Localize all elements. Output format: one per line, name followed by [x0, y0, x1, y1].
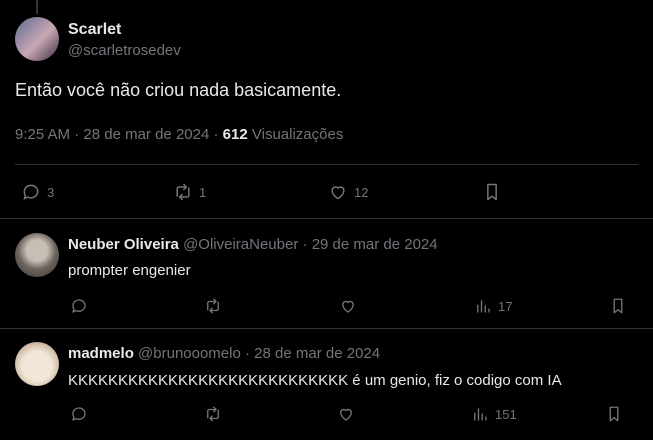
bookmark-icon: [609, 406, 619, 422]
views-icon: [477, 300, 490, 313]
reply-author-name[interactable]: madmelo: [68, 345, 134, 362]
views-icon: [474, 408, 487, 421]
avatar-madmelo[interactable]: [15, 342, 59, 386]
thread-line: [36, 0, 38, 14]
meta-separator: ·: [302, 236, 308, 253]
like-count: 12: [354, 184, 369, 200]
divider: [0, 328, 653, 329]
bookmark-icon: [613, 298, 623, 314]
reply-count: 3: [47, 184, 55, 200]
views-button[interactable]: 151: [471, 405, 517, 423]
views-count: 17: [498, 298, 513, 314]
retweet-count: 1: [199, 184, 207, 200]
reply-button[interactable]: [70, 297, 88, 315]
reply-date[interactable]: 29 de mar de 2024: [312, 236, 438, 253]
reply-icon: [72, 299, 86, 313]
avatar-scarlet[interactable]: [15, 17, 59, 61]
bookmark-icon: [487, 183, 497, 201]
like-icon: [342, 300, 354, 313]
main-author-handle[interactable]: @scarletrosedev: [68, 42, 181, 59]
bookmark-button[interactable]: [609, 297, 627, 315]
main-author-name[interactable]: Scarlet: [68, 21, 121, 39]
reply-header: Neuber Oliveira @OliveiraNeuber · 29 de …: [68, 236, 438, 253]
tweet-time[interactable]: 9:25 AM: [15, 126, 70, 143]
retweet-icon: [207, 298, 219, 314]
like-button[interactable]: 12: [328, 182, 368, 202]
views-count: 612: [222, 126, 248, 143]
views-label: Visualizações: [251, 126, 344, 143]
reply-author-handle[interactable]: @brunooomelo: [138, 345, 241, 362]
divider: [15, 164, 638, 165]
bookmark-button[interactable]: [482, 182, 502, 202]
reply-author-name[interactable]: Neuber Oliveira: [68, 236, 179, 253]
reply-text: prompter engenier: [68, 262, 191, 279]
like-button[interactable]: [337, 405, 355, 423]
tweet-date[interactable]: 28 de mar de 2024: [83, 126, 209, 143]
retweet-button[interactable]: [204, 405, 222, 423]
retweet-icon: [207, 406, 219, 422]
reply-icon: [72, 407, 86, 421]
meta-separator: ·: [74, 126, 80, 143]
retweet-button[interactable]: 1: [173, 182, 206, 202]
views-count: 151: [495, 406, 517, 422]
meta-separator: ·: [245, 345, 250, 362]
reply-author-handle[interactable]: @OliveiraNeuber: [183, 236, 298, 253]
like-button[interactable]: [339, 297, 357, 315]
like-icon: [331, 186, 345, 200]
reply-icon: [23, 184, 39, 200]
reply-button[interactable]: [70, 405, 88, 423]
bookmark-button[interactable]: [605, 405, 623, 423]
avatar-neuber[interactable]: [15, 233, 59, 277]
reply-date[interactable]: 28 de mar de 2024: [254, 345, 380, 362]
views-button[interactable]: 17: [474, 297, 512, 315]
divider: [0, 218, 653, 219]
reply-header: madmelo @brunooomelo · 28 de mar de 2024: [68, 345, 380, 362]
meta-separator: ·: [213, 126, 219, 143]
reply-text: KKKKKKKKKKKKKKKKKKKKKKKKKKKK é um genio,…: [68, 372, 562, 389]
retweet-button[interactable]: [204, 297, 222, 315]
reply-button[interactable]: 3: [21, 182, 54, 202]
retweet-icon: [176, 183, 190, 201]
like-icon: [340, 408, 352, 421]
tweet-meta: 9:25 AM · 28 de mar de 2024 · 612 Visual…: [15, 126, 343, 143]
main-tweet-text: Então você não criou nada basicamente.: [15, 80, 342, 100]
